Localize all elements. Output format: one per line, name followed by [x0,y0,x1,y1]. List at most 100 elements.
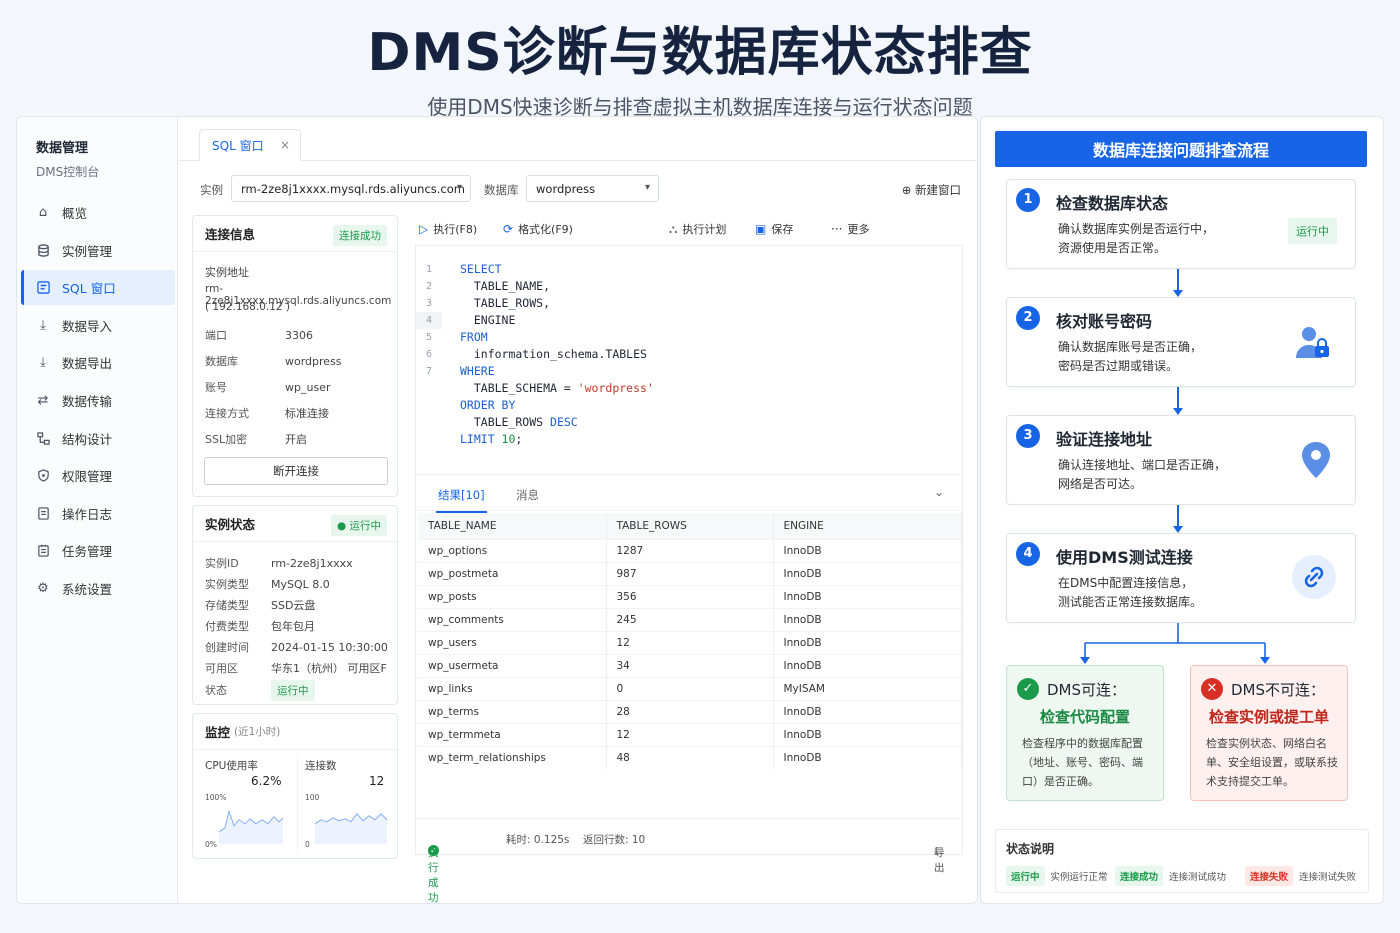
tab-bar: SQL 窗口 × [179,117,977,161]
code-line: ORDER BY [460,397,654,414]
troubleshooting-flow-panel: 数据库连接问题排查流程 1 检查数据库状态 确认数据库实例是否运行中， 资源使用是… [980,116,1384,904]
line-number: 7 [425,366,433,377]
info-key: SSL加密 [205,433,248,446]
connections-sparkline [315,813,387,844]
legend-item: 连接失败 连接测试失败 [1245,866,1356,886]
table-header-row: TABLE_NAME TABLE_ROWS ENGINE [418,513,962,539]
table-cell: MyISAM [773,676,962,700]
step-title: 使用DMS测试连接 [1056,548,1193,567]
table-cell: InnoDB [773,722,962,746]
column-header[interactable]: ENGINE [773,513,962,539]
save-button[interactable]: ▣ 保存 [755,221,793,237]
status-row: 实例类型 MySQL 8.0 [205,576,330,592]
table-cell: 356 [606,584,774,608]
table-row[interactable]: wp_links 0 MyISAM [418,676,962,700]
sidebar-item-export[interactable]: ⤓ 数据导出 [21,345,175,380]
sidebar-item-settings[interactable]: ⚙ 系统设置 [21,571,175,606]
sidebar-item-structure[interactable]: 结构设计 [21,421,175,456]
tab-results[interactable]: 结果[10] [436,487,487,513]
format-button[interactable]: ⟳ 格式化(F9) [503,221,573,237]
sidebar-item-label: 概览 [62,206,88,221]
tab-sql-window[interactable]: SQL 窗口 × [199,129,301,161]
table-row[interactable]: wp_terms 28 InnoDB [418,699,962,723]
status-running-tag: 运行中 [271,680,315,701]
info-row: 连接方式 标准连接 [205,405,329,421]
sidebar-item-overview[interactable]: ⌂ 概览 [21,195,175,230]
line-number: 3 [425,298,433,309]
table-row[interactable]: wp_posts 356 InnoDB [418,584,962,608]
close-icon[interactable]: × [280,138,290,152]
status-value: 华东1（杭州） 可用区F [271,662,387,675]
new-window-button[interactable]: ⊕ 新建窗口 [902,182,961,198]
page-title: DMS诊断与数据库状态排查 [367,23,1033,83]
running-badge-label: 运行中 [1288,218,1337,244]
row-count: 返回行数: 10 [583,834,646,846]
table-cell: 12 [606,722,774,746]
table-cell: InnoDB [773,561,962,585]
table-cell: InnoDB [773,584,962,608]
code-line: TABLE_NAME, [460,279,551,293]
table-row[interactable]: wp_users 12 InnoDB [418,630,962,654]
info-key: 账号 [205,381,227,394]
monitor-range: (近1小时) [234,726,281,738]
column-header[interactable]: TABLE_NAME [418,513,607,539]
step-desc-line: 在DMS中配置连接信息， [1058,576,1194,590]
column-header[interactable]: TABLE_ROWS [606,513,774,539]
log-icon [36,506,50,520]
table-cell: 34 [606,653,774,677]
editor-toolbar: ▷ 执行(F8) ⟳ 格式化(F9) ⛬ 执行计划 ▣ 保存 ··· 更多 [415,213,969,243]
table-row[interactable]: wp_term_relationships 48 InnoDB [418,745,962,769]
legend-title: 状态说明 [1006,842,1055,856]
execution-status-bar: ✓ 执行成功 耗时: 0.125s 返回行数: 10 ⤓ 导出 [416,818,962,903]
disconnect-button[interactable]: 断开连接 [204,457,388,485]
dms-ok-title-row: ✓ DMS可连： [1017,678,1126,700]
dms-ok-title: DMS可连： [1047,680,1127,699]
run-button[interactable]: ▷ 执行(F8) [419,221,477,237]
sidebar-item-logs[interactable]: 操作日志 [21,496,175,531]
tab-messages[interactable]: 消息 [516,487,539,503]
info-row: 账号 wp_user [205,379,330,395]
legend-desc: 实例运行正常 [1050,872,1108,883]
task-icon [36,544,50,558]
code-line: TABLE_ROWS DESC [460,414,654,431]
sidebar-item-transfer[interactable]: ⇄ 数据传输 [21,383,175,418]
code-text: ; [515,432,523,446]
new-window-label: 新建窗口 [915,183,961,197]
flow-step-2: 2 核对账号密码 确认数据库账号是否正确， 密码是否过期或错误。 [1006,297,1356,387]
flow-arrow [1173,387,1183,415]
table-row[interactable]: wp_usermeta 34 InnoDB [418,653,962,677]
table-cell: wp_links [418,676,607,700]
table-cell: wp_options [418,538,607,562]
table-cell: InnoDB [773,745,962,769]
check-circle-icon: ✓ [1017,678,1039,700]
more-button[interactable]: ··· 更多 [831,221,869,237]
step-number: 3 [1016,424,1040,448]
sidebar-item-import[interactable]: ⤓ 数据导入 [21,308,175,343]
sidebar-item-instances[interactable]: 实例管理 [21,233,175,268]
line-number: 2 [425,281,433,292]
sidebar-item-sql-window[interactable]: SQL 窗口 [21,270,175,306]
sql-editor[interactable]: 1 2 3 4 5 6 7 SELECT TABLE_NAME, TABLE_R… [415,245,963,475]
running-badge: 运行中 [1288,218,1337,244]
instance-select[interactable]: rm-2ze8j1xxxx.mysql.rds.aliyuncs.com ▾ [231,175,471,202]
step-number: 1 [1016,188,1040,212]
format-label: 格式化(F9) [518,223,573,236]
table-row[interactable]: wp_termmeta 12 InnoDB [418,722,962,746]
flow-step-3: 3 验证连接地址 确认连接地址、端口是否正确， 网络是否可达。 [1006,415,1356,505]
sidebar-item-tasks[interactable]: 任务管理 [21,533,175,568]
table-row[interactable]: wp_comments 245 InnoDB [418,607,962,631]
gear-icon: ⚙ [37,580,49,596]
execution-plan-button[interactable]: ⛬ 执行计划 [669,221,726,237]
status-value: 包年包月 [271,620,315,633]
step-desc-line: 资源使用是否正常。 [1058,241,1167,255]
table-row[interactable]: wp_options 1287 InnoDB [418,538,962,562]
chevron-down-icon[interactable]: ⌄ [934,485,944,499]
table-cell: wp_postmeta [418,561,607,585]
database-select[interactable]: wordpress ▾ [526,175,659,202]
selector-row: 实例 rm-2ze8j1xxxx.mysql.rds.aliyuncs.com … [179,173,977,205]
tab-label: SQL 窗口 [212,138,264,153]
table-row[interactable]: wp_postmeta 987 InnoDB [418,561,962,585]
import-icon: ⤓ [40,317,46,333]
sidebar-item-permissions[interactable]: 权限管理 [21,458,175,493]
instance-status-title: 实例状态 [205,517,256,532]
